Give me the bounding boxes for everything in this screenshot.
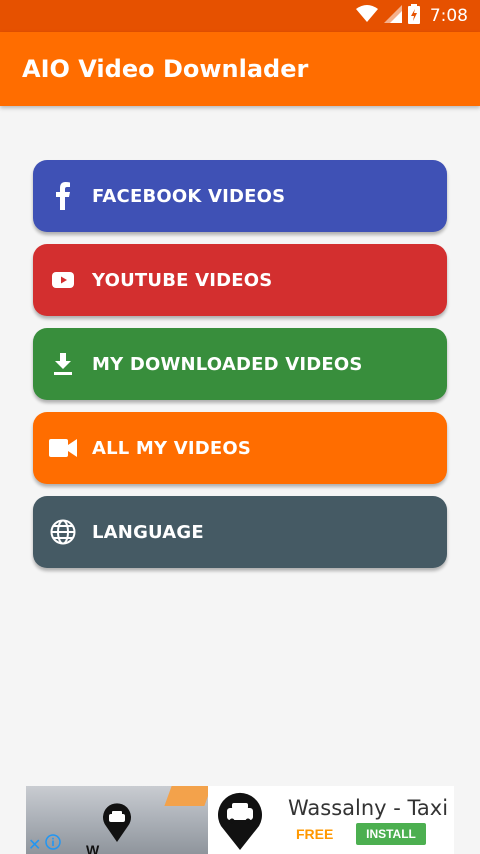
ad-image-text: W	[86, 842, 100, 854]
youtube-icon	[47, 264, 79, 296]
download-icon	[47, 348, 79, 380]
globe-icon	[47, 516, 79, 548]
signal-icon	[383, 4, 402, 28]
ad-price: FREE	[296, 826, 334, 842]
ad-app-name: Wassalny - Taxi	[288, 796, 449, 820]
status-time: 7:08	[429, 6, 468, 26]
my-downloaded-videos-button[interactable]: MY DOWNLOADED VIDEOS	[33, 328, 447, 400]
ad-app-icon	[208, 786, 272, 854]
youtube-videos-button[interactable]: YOUTUBE VIDEOS	[33, 244, 447, 316]
status-bar: 7:08	[0, 0, 480, 32]
ad-banner[interactable]: W ✕ Wassalny - Taxi FREE INSTALL	[26, 786, 454, 854]
video-camera-icon	[47, 432, 79, 464]
app-bar: AIO Video Downlader	[0, 32, 480, 106]
facebook-videos-label: FACEBOOK VIDEOS	[92, 185, 286, 207]
info-icon[interactable]	[45, 834, 62, 854]
all-my-videos-label: ALL MY VIDEOS	[92, 437, 252, 459]
facebook-icon	[47, 180, 79, 212]
close-icon[interactable]: ✕	[28, 835, 41, 854]
language-label: LANGUAGE	[92, 521, 204, 543]
youtube-videos-label: YOUTUBE VIDEOS	[92, 269, 273, 291]
facebook-videos-button[interactable]: FACEBOOK VIDEOS	[33, 160, 447, 232]
app-title: AIO Video Downlader	[22, 55, 309, 83]
ad-install-button[interactable]: INSTALL	[356, 823, 426, 845]
battery-icon	[407, 3, 420, 29]
ad-image-stripe	[164, 786, 212, 806]
ad-controls: ✕	[28, 834, 62, 854]
taxi-pin-icon	[102, 802, 132, 847]
language-button[interactable]: LANGUAGE	[33, 496, 447, 568]
wifi-icon	[355, 4, 378, 28]
all-my-videos-button[interactable]: ALL MY VIDEOS	[33, 412, 447, 484]
my-downloaded-videos-label: MY DOWNLOADED VIDEOS	[92, 353, 363, 375]
main-menu: FACEBOOK VIDEOS YOUTUBE VIDEOS MY DOWNLO…	[33, 160, 447, 580]
